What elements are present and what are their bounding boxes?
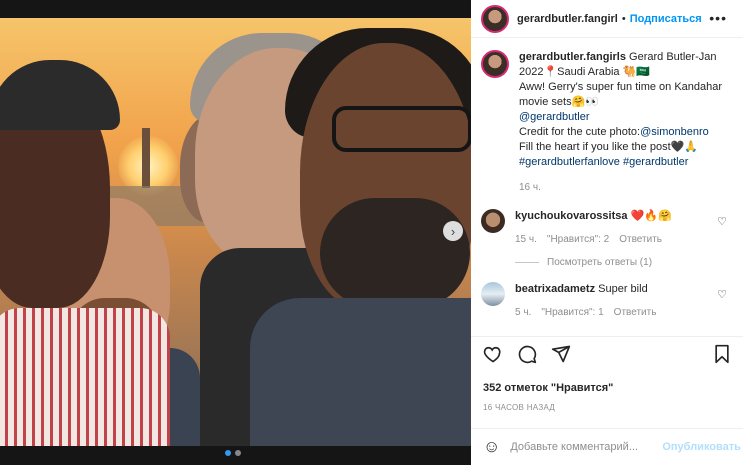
- comment-likes[interactable]: "Нравится": 2: [547, 232, 609, 247]
- more-options-icon[interactable]: •••: [709, 10, 727, 26]
- chevron-right-icon: ›: [450, 223, 456, 239]
- eyeglasses: [332, 106, 471, 152]
- add-comment-bar: ☺ Опубликовать: [471, 428, 743, 465]
- caption: gerardbutler.fangirls Gerard Butler-Jan …: [481, 50, 733, 195]
- comment-icon[interactable]: [517, 344, 537, 370]
- caption-time[interactable]: 16 ч.: [519, 180, 729, 195]
- carousel-next-button[interactable]: ›: [443, 221, 463, 241]
- emoji-icon[interactable]: ☺: [483, 437, 500, 457]
- comment-meta: 5 ч. "Нравится": 1 Ответить: [515, 305, 705, 320]
- view-replies-button[interactable]: Посмотреть ответы (1): [515, 257, 733, 268]
- comment-item: kyuchoukovarossitsa ❤️🔥🤗 15 ч. "Нравится…: [481, 209, 733, 247]
- reply-button[interactable]: Ответить: [614, 305, 657, 320]
- person-glasses-beard: [320, 198, 470, 308]
- carousel-dot-active: [225, 450, 231, 456]
- likes-count[interactable]: 352 отметок "Нравится": [483, 382, 613, 394]
- baseball-cap: [0, 60, 120, 130]
- separator-dot: •: [621, 12, 626, 25]
- caption-line2: Aww! Gerry's super fun time on Kandahar …: [519, 81, 723, 108]
- caption-username[interactable]: gerardbutler.fangirls: [519, 51, 626, 63]
- author-username[interactable]: gerardbutler.fangirl: [517, 13, 618, 25]
- commenter-avatar[interactable]: [481, 209, 505, 233]
- comment-text: ❤️🔥🤗: [627, 210, 672, 222]
- striped-shirt: [0, 308, 170, 446]
- commenter-username[interactable]: beatrixadametz: [515, 283, 595, 295]
- view-replies-label: Посмотреть ответы (1): [547, 257, 653, 268]
- commenter-avatar[interactable]: [481, 282, 505, 306]
- comment-item: beatrixadametz Super bild 5 ч. "Нравится…: [481, 282, 733, 320]
- hashtag-links[interactable]: #gerardbutlerfanlove #gerardbutler: [519, 156, 688, 168]
- comment-like-heart-icon[interactable]: ♡: [717, 215, 727, 228]
- post-header: gerardbutler.fangirl • Подписаться •••: [471, 0, 743, 38]
- author-avatar[interactable]: [481, 4, 509, 33]
- post-actions: [471, 336, 743, 376]
- comment-body: beatrixadametz Super bild 5 ч. "Нравится…: [515, 282, 705, 320]
- caption-line4: Fill the heart if you like the post🖤🙏: [519, 141, 699, 153]
- post-photo-area: ›: [0, 0, 471, 465]
- bookmark-icon[interactable]: [713, 344, 731, 370]
- comments-section[interactable]: gerardbutler.fangirls Gerard Butler-Jan …: [471, 38, 743, 336]
- comment-input[interactable]: [510, 441, 653, 453]
- comment-body: kyuchoukovarossitsa ❤️🔥🤗 15 ч. "Нравится…: [515, 209, 705, 247]
- caption-text: gerardbutler.fangirls Gerard Butler-Jan …: [519, 50, 729, 195]
- mention-link[interactable]: @gerardbutler: [519, 111, 589, 123]
- comment-time[interactable]: 15 ч.: [515, 232, 537, 247]
- publish-button[interactable]: Опубликовать: [662, 441, 741, 453]
- commenter-username[interactable]: kyuchoukovarossitsa: [515, 210, 628, 222]
- comment-text: Super bild: [595, 283, 648, 295]
- tower-silhouette: [142, 128, 150, 188]
- post-sidebar: gerardbutler.fangirl • Подписаться ••• g…: [471, 0, 743, 465]
- comment-time[interactable]: 5 ч.: [515, 305, 531, 320]
- follow-button[interactable]: Подписаться: [630, 13, 702, 25]
- comment-like-heart-icon[interactable]: ♡: [717, 288, 727, 301]
- comment-meta: 15 ч. "Нравится": 2 Ответить: [515, 232, 705, 247]
- heart-icon[interactable]: [483, 344, 503, 370]
- comment-likes[interactable]: "Нравится": 1: [541, 305, 603, 320]
- post-photo[interactable]: [0, 18, 471, 446]
- caption-credit: Credit for the cute photo:: [519, 126, 641, 138]
- replies-divider: [515, 262, 539, 263]
- posted-time[interactable]: 16 ЧАСОВ НАЗАД: [483, 403, 555, 412]
- carousel-indicator: [225, 450, 241, 456]
- person-glasses-shirt: [250, 298, 471, 446]
- caption-avatar[interactable]: [481, 50, 509, 78]
- mention-link[interactable]: @simonbenro: [640, 126, 709, 138]
- carousel-dot: [235, 450, 241, 456]
- share-icon[interactable]: [551, 344, 571, 370]
- reply-button[interactable]: Ответить: [619, 232, 662, 247]
